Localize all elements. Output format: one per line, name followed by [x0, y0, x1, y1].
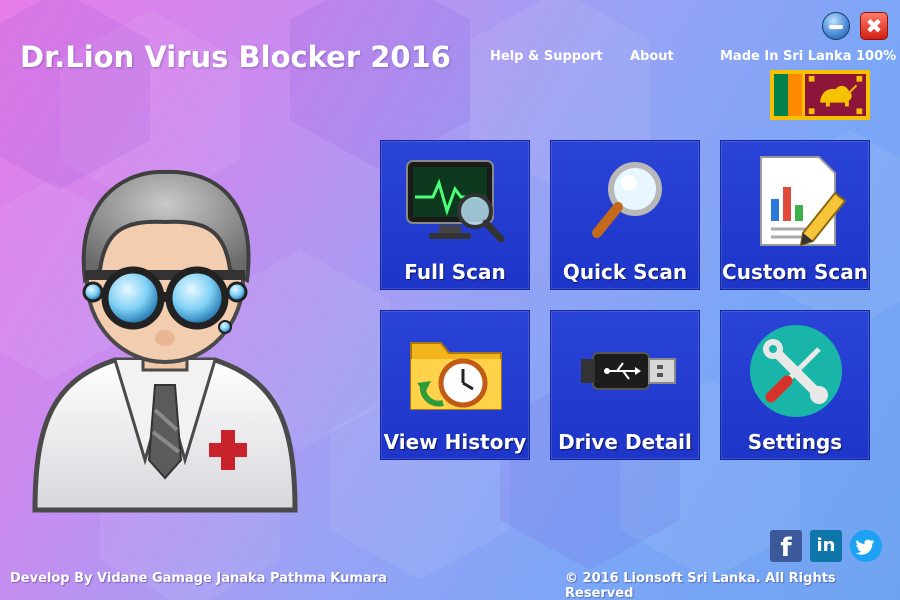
about-link[interactable]: About — [630, 49, 674, 64]
minimize-button[interactable] — [822, 12, 850, 40]
drive-detail-label: Drive Detail — [558, 430, 692, 454]
view-history-tile[interactable]: View History — [380, 310, 530, 460]
report-pencil-icon — [760, 156, 847, 247]
settings-tile[interactable]: Settings — [720, 310, 870, 460]
app-title: Dr.Lion Virus Blocker 2016 — [20, 40, 451, 74]
folder-clock-icon — [410, 342, 502, 410]
help-support-link[interactable]: Help & Support — [490, 49, 603, 64]
drive-detail-tile[interactable]: Drive Detail — [550, 310, 700, 460]
sri-lanka-flag-icon — [770, 70, 870, 120]
wrench-screwdriver-icon — [750, 325, 842, 417]
magnifier-icon — [592, 162, 662, 238]
quick-scan-label: Quick Scan — [562, 260, 688, 284]
full-scan-tile[interactable]: Full Scan — [380, 140, 530, 290]
custom-scan-tile[interactable]: Custom Scan — [720, 140, 870, 290]
facebook-icon[interactable]: f — [770, 530, 802, 563]
developer-credit: Develop By Vidane Gamage Janaka Pathma K… — [10, 571, 387, 586]
quick-scan-tile[interactable]: Quick Scan — [550, 140, 700, 290]
view-history-label: View History — [383, 430, 527, 454]
copyright-text: © 2016 Lionsoft Sri Lanka. All Rights Re… — [565, 571, 836, 600]
custom-scan-label: Custom Scan — [722, 260, 868, 284]
monitor-magnifier-icon — [406, 160, 505, 243]
made-in-sri-lanka-label: Made In Sri Lanka 100% — [720, 49, 897, 64]
close-button[interactable]: ✖ — [860, 12, 888, 40]
full-scan-label: Full Scan — [404, 260, 506, 284]
settings-label: Settings — [747, 430, 843, 454]
doctor-mascot-icon — [32, 169, 298, 513]
linkedin-icon[interactable]: in — [810, 530, 842, 562]
twitter-icon[interactable] — [850, 530, 882, 562]
usb-drive-icon — [581, 352, 676, 390]
